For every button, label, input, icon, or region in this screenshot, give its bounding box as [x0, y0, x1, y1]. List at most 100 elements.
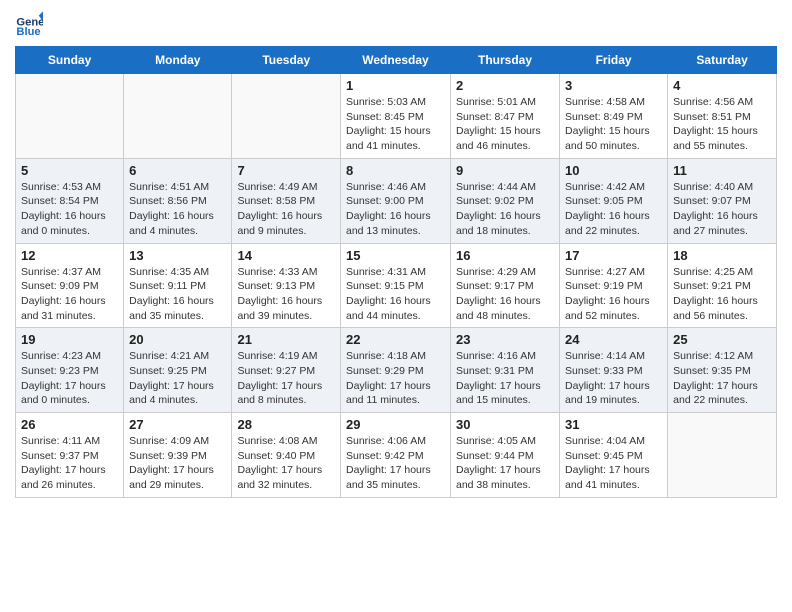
day-info: Sunrise: 4:27 AM Sunset: 9:19 PM Dayligh… — [565, 265, 662, 324]
day-number: 30 — [456, 417, 554, 432]
calendar-cell: 14 Sunrise: 4:33 AM Sunset: 9:13 PM Dayli… — [232, 243, 341, 328]
day-number: 29 — [346, 417, 445, 432]
calendar-cell: 24 Sunrise: 4:14 AM Sunset: 9:33 PM Dayli… — [560, 328, 668, 413]
day-info: Sunrise: 4:14 AM Sunset: 9:33 PM Dayligh… — [565, 349, 662, 408]
logo: General Blue — [15, 10, 47, 38]
day-info: Sunrise: 4:33 AM Sunset: 9:13 PM Dayligh… — [237, 265, 335, 324]
day-number: 13 — [129, 248, 226, 263]
calendar-week-4: 19 Sunrise: 4:23 AM Sunset: 9:23 PM Dayli… — [16, 328, 777, 413]
day-number: 23 — [456, 332, 554, 347]
calendar-cell: 26 Sunrise: 4:11 AM Sunset: 9:37 PM Dayli… — [16, 413, 124, 498]
day-number: 18 — [673, 248, 771, 263]
page: General Blue SundayMondayTuesdayWednesda… — [0, 0, 792, 508]
day-info: Sunrise: 4:44 AM Sunset: 9:02 PM Dayligh… — [456, 180, 554, 239]
day-number: 7 — [237, 163, 335, 178]
calendar-cell: 2 Sunrise: 5:01 AM Sunset: 8:47 PM Daylig… — [451, 74, 560, 159]
calendar-cell — [232, 74, 341, 159]
calendar-cell: 27 Sunrise: 4:09 AM Sunset: 9:39 PM Dayli… — [124, 413, 232, 498]
day-number: 24 — [565, 332, 662, 347]
day-number: 6 — [129, 163, 226, 178]
calendar-cell: 17 Sunrise: 4:27 AM Sunset: 9:19 PM Dayli… — [560, 243, 668, 328]
day-info: Sunrise: 4:29 AM Sunset: 9:17 PM Dayligh… — [456, 265, 554, 324]
weekday-header-friday: Friday — [560, 47, 668, 74]
calendar-cell: 15 Sunrise: 4:31 AM Sunset: 9:15 PM Dayli… — [341, 243, 451, 328]
calendar-cell: 11Sunrise: 4:40 AM Sunset: 9:07 PM Dayli… — [668, 158, 777, 243]
day-number: 31 — [565, 417, 662, 432]
calendar-week-2: 5 Sunrise: 4:53 AM Sunset: 8:54 PM Daylig… — [16, 158, 777, 243]
calendar-cell: 7 Sunrise: 4:49 AM Sunset: 8:58 PM Daylig… — [232, 158, 341, 243]
calendar-cell: 12Sunrise: 4:37 AM Sunset: 9:09 PM Dayli… — [16, 243, 124, 328]
day-number: 14 — [237, 248, 335, 263]
day-info: Sunrise: 4:16 AM Sunset: 9:31 PM Dayligh… — [456, 349, 554, 408]
day-number: 10 — [565, 163, 662, 178]
calendar-cell: 9Sunrise: 4:44 AM Sunset: 9:02 PM Daylig… — [451, 158, 560, 243]
calendar-body: 1Sunrise: 5:03 AM Sunset: 8:45 PM Daylig… — [16, 74, 777, 498]
day-info: Sunrise: 4:21 AM Sunset: 9:25 PM Dayligh… — [129, 349, 226, 408]
day-info: Sunrise: 4:23 AM Sunset: 9:23 PM Dayligh… — [21, 349, 118, 408]
day-info: Sunrise: 4:37 AM Sunset: 9:09 PM Dayligh… — [21, 265, 118, 324]
day-number: 5 — [21, 163, 118, 178]
weekday-header-tuesday: Tuesday — [232, 47, 341, 74]
day-number: 11 — [673, 163, 771, 178]
calendar-cell: 30Sunrise: 4:05 AM Sunset: 9:44 PM Dayli… — [451, 413, 560, 498]
calendar-cell: 29Sunrise: 4:06 AM Sunset: 9:42 PM Dayli… — [341, 413, 451, 498]
day-info: Sunrise: 4:09 AM Sunset: 9:39 PM Dayligh… — [129, 434, 226, 493]
day-info: Sunrise: 4:19 AM Sunset: 9:27 PM Dayligh… — [237, 349, 335, 408]
calendar-cell: 13 Sunrise: 4:35 AM Sunset: 9:11 PM Dayli… — [124, 243, 232, 328]
calendar-cell — [124, 74, 232, 159]
day-info: Sunrise: 4:58 AM Sunset: 8:49 PM Dayligh… — [565, 95, 662, 154]
weekday-header-monday: Monday — [124, 47, 232, 74]
day-number: 19 — [21, 332, 118, 347]
day-info: Sunrise: 4:42 AM Sunset: 9:05 PM Dayligh… — [565, 180, 662, 239]
header: General Blue — [15, 10, 777, 38]
calendar-cell: 1Sunrise: 5:03 AM Sunset: 8:45 PM Daylig… — [341, 74, 451, 159]
day-info: Sunrise: 4:04 AM Sunset: 9:45 PM Dayligh… — [565, 434, 662, 493]
day-number: 15 — [346, 248, 445, 263]
calendar-cell: 5 Sunrise: 4:53 AM Sunset: 8:54 PM Daylig… — [16, 158, 124, 243]
day-info: Sunrise: 5:01 AM Sunset: 8:47 PM Dayligh… — [456, 95, 554, 154]
day-info: Sunrise: 4:18 AM Sunset: 9:29 PM Dayligh… — [346, 349, 445, 408]
calendar-week-3: 12Sunrise: 4:37 AM Sunset: 9:09 PM Dayli… — [16, 243, 777, 328]
calendar-cell: 16Sunrise: 4:29 AM Sunset: 9:17 PM Dayli… — [451, 243, 560, 328]
calendar-cell — [668, 413, 777, 498]
logo-icon: General Blue — [15, 10, 43, 38]
day-info: Sunrise: 4:53 AM Sunset: 8:54 PM Dayligh… — [21, 180, 118, 239]
calendar-cell: 4 Sunrise: 4:56 AM Sunset: 8:51 PM Daylig… — [668, 74, 777, 159]
calendar-week-5: 26 Sunrise: 4:11 AM Sunset: 9:37 PM Dayli… — [16, 413, 777, 498]
calendar-table: SundayMondayTuesdayWednesdayThursdayFrid… — [15, 46, 777, 498]
weekday-header-thursday: Thursday — [451, 47, 560, 74]
day-info: Sunrise: 4:12 AM Sunset: 9:35 PM Dayligh… — [673, 349, 771, 408]
day-info: Sunrise: 4:46 AM Sunset: 9:00 PM Dayligh… — [346, 180, 445, 239]
day-info: Sunrise: 4:31 AM Sunset: 9:15 PM Dayligh… — [346, 265, 445, 324]
day-number: 26 — [21, 417, 118, 432]
weekday-header-sunday: Sunday — [16, 47, 124, 74]
calendar-cell: 6Sunrise: 4:51 AM Sunset: 8:56 PM Daylig… — [124, 158, 232, 243]
day-number: 8 — [346, 163, 445, 178]
calendar-cell: 10 Sunrise: 4:42 AM Sunset: 9:05 PM Dayli… — [560, 158, 668, 243]
day-info: Sunrise: 4:56 AM Sunset: 8:51 PM Dayligh… — [673, 95, 771, 154]
calendar-cell: 25 Sunrise: 4:12 AM Sunset: 9:35 PM Dayli… — [668, 328, 777, 413]
day-number: 21 — [237, 332, 335, 347]
day-number: 17 — [565, 248, 662, 263]
day-info: Sunrise: 4:35 AM Sunset: 9:11 PM Dayligh… — [129, 265, 226, 324]
day-info: Sunrise: 4:11 AM Sunset: 9:37 PM Dayligh… — [21, 434, 118, 493]
calendar-cell: 23 Sunrise: 4:16 AM Sunset: 9:31 PM Dayli… — [451, 328, 560, 413]
day-number: 27 — [129, 417, 226, 432]
day-number: 4 — [673, 78, 771, 93]
calendar-cell: 21 Sunrise: 4:19 AM Sunset: 9:27 PM Dayli… — [232, 328, 341, 413]
day-number: 2 — [456, 78, 554, 93]
calendar-cell: 3Sunrise: 4:58 AM Sunset: 8:49 PM Daylig… — [560, 74, 668, 159]
day-number: 22 — [346, 332, 445, 347]
day-info: Sunrise: 4:49 AM Sunset: 8:58 PM Dayligh… — [237, 180, 335, 239]
calendar-cell: 22 Sunrise: 4:18 AM Sunset: 9:29 PM Dayli… — [341, 328, 451, 413]
calendar-week-1: 1Sunrise: 5:03 AM Sunset: 8:45 PM Daylig… — [16, 74, 777, 159]
day-number: 28 — [237, 417, 335, 432]
day-number: 20 — [129, 332, 226, 347]
svg-text:Blue: Blue — [16, 26, 40, 38]
weekday-header-wednesday: Wednesday — [341, 47, 451, 74]
day-number: 1 — [346, 78, 445, 93]
day-number: 25 — [673, 332, 771, 347]
calendar-cell: 19 Sunrise: 4:23 AM Sunset: 9:23 PM Dayli… — [16, 328, 124, 413]
day-info: Sunrise: 4:08 AM Sunset: 9:40 PM Dayligh… — [237, 434, 335, 493]
calendar-cell: 31 Sunrise: 4:04 AM Sunset: 9:45 PM Dayli… — [560, 413, 668, 498]
